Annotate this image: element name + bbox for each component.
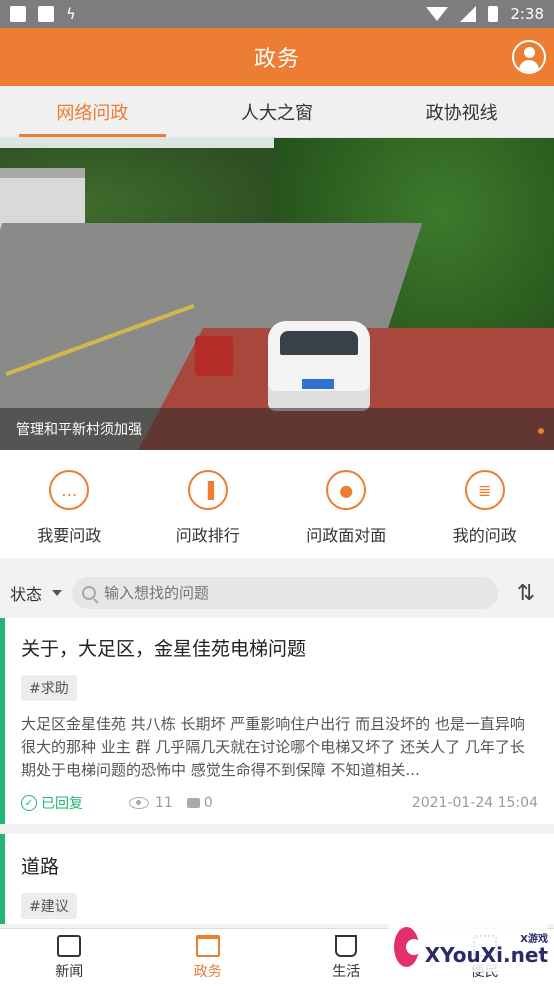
list-item[interactable]: 关于，大足区，金星佳苑电梯问题 #求助 大足区金星佳苑 共八栋 长期坏 严重影响… [0, 618, 554, 824]
people-icon: ● [326, 470, 367, 510]
post-title: 道路 [21, 856, 60, 878]
quick-action-label: 我的问政 [452, 526, 517, 545]
quick-action-face-to-face[interactable]: ● 问政面对面 [277, 450, 416, 558]
list-item[interactable]: 道路 #建议 [0, 834, 554, 924]
chevron-down-icon[interactable] [52, 590, 63, 596]
banner-caption-bar: 管理和平新村须加强 [0, 408, 554, 450]
post-tag[interactable]: #求助 [21, 675, 77, 701]
lightning-icon: ϟ [66, 5, 76, 23]
newspaper-icon [57, 934, 82, 957]
clock: 2:38 [510, 5, 544, 23]
tab-online-inquiry[interactable]: 网络问政 [0, 86, 185, 137]
eye-icon [129, 797, 149, 809]
search-icon [82, 586, 97, 600]
status-badge: ✓ 已回复 [21, 793, 83, 813]
app-header: 政务 [0, 28, 554, 86]
chat-icon: … [49, 470, 90, 510]
nav-government[interactable]: 政务 [139, 929, 278, 986]
banner-caption: 管理和平新村须加强 [16, 422, 142, 438]
notification-icon [38, 6, 54, 22]
gamepad-icon [394, 927, 422, 967]
post-date: 2021-01-24 15:04 [411, 795, 538, 811]
quick-action-ranking[interactable]: ▐ 问政排行 [139, 450, 278, 558]
user-profile-button[interactable] [512, 40, 546, 74]
comment-count-value: 0 [203, 795, 213, 811]
post-tag[interactable]: #建议 [21, 893, 77, 919]
quick-action-ask[interactable]: … 我要问政 [0, 450, 139, 558]
watermark: X游戏 XYouXi.net [388, 922, 548, 972]
sort-icon[interactable]: ⇅ [508, 577, 544, 609]
carousel-indicator[interactable] [538, 428, 544, 434]
bar-chart-icon: ▐ [187, 470, 228, 510]
quick-actions: … 我要问政 ▐ 问政排行 ● 问政面对面 ≣ 我的问政 [0, 450, 554, 558]
banner-carousel[interactable]: 管理和平新村须加强 [0, 138, 554, 450]
status-text: 已回复 [41, 796, 83, 812]
nav-label: 新闻 [55, 963, 84, 980]
banner-car-plate [302, 379, 334, 389]
view-count: 11 [129, 795, 173, 811]
post-meta: ✓ 已回复 11 0 2021-01-24 15:04 [21, 782, 538, 824]
watermark-brand: XYouXi.net [424, 942, 548, 967]
post-title: 关于，大足区，金星佳苑电梯问题 [21, 638, 307, 660]
filter-bar: 状态 ⇅ [0, 568, 554, 618]
wifi-icon [426, 7, 449, 21]
status-left-icons: ϟ [10, 5, 76, 23]
banner-truck [195, 336, 233, 376]
tab-npc-window[interactable]: 人大之窗 [185, 86, 370, 137]
tab-cppcc-view[interactable]: 政协视线 [369, 86, 554, 137]
search-input[interactable] [104, 584, 485, 602]
quick-action-label: 问政排行 [175, 526, 240, 545]
quick-action-mine[interactable]: ≣ 我的问政 [416, 450, 554, 558]
page-title: 政务 [253, 47, 300, 72]
section-tabs: 网络问政 人大之窗 政协视线 [0, 86, 554, 138]
status-bar: ϟ 2:38 [0, 0, 554, 28]
cup-icon [335, 934, 358, 957]
banner-car-glass [280, 331, 358, 355]
notification-icon [10, 6, 26, 22]
nav-label: 生活 [332, 963, 361, 980]
comment-count: 0 [186, 795, 213, 811]
post-body: 大足区金星佳苑 共八栋 长期坏 严重影响住户出行 而且没坏的 也是一直异响 很大… [21, 715, 525, 779]
view-count-value: 11 [155, 795, 173, 811]
nav-news[interactable]: 新闻 [0, 929, 139, 986]
banner-car [268, 321, 370, 411]
briefcase-icon [195, 934, 220, 957]
watermark-text: X游戏 XYouXi.net [425, 930, 548, 965]
check-icon: ✓ [21, 795, 37, 811]
quick-action-label: 我要问政 [37, 526, 102, 545]
comment-icon [186, 798, 200, 808]
battery-icon [488, 6, 499, 22]
nav-label: 政务 [193, 963, 222, 980]
notebook-icon: ≣ [464, 470, 505, 510]
quick-action-label: 问政面对面 [306, 526, 387, 545]
search-box[interactable] [72, 577, 498, 609]
state-filter[interactable]: 状态 [10, 581, 42, 605]
status-right-icons: 2:38 [426, 5, 544, 23]
signal-icon [460, 6, 477, 22]
user-icon [524, 47, 535, 58]
user-icon-body [519, 60, 539, 72]
